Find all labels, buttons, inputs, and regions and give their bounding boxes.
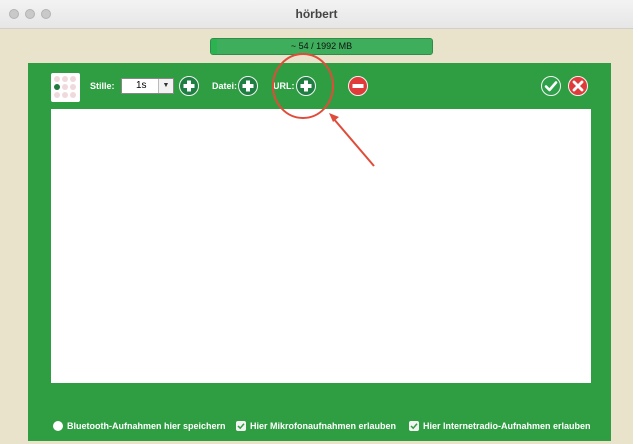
card-panel: Stille: 1s ▼ Datei: URL: Bluetooth-Aufna… bbox=[28, 63, 611, 441]
check-icon bbox=[410, 423, 418, 430]
check-icon bbox=[237, 423, 245, 430]
plus-icon bbox=[300, 80, 312, 92]
app-window: hörbert ~ 54 / 1992 MB Stille: 1s ▼ Date… bbox=[0, 0, 634, 444]
microphone-label: Hier Mikrofonaufnahmen erlauben bbox=[250, 421, 397, 431]
confirm-button[interactable] bbox=[541, 76, 561, 96]
silence-label: Stille: bbox=[90, 81, 115, 91]
silence-select-value: 1s bbox=[136, 80, 147, 91]
plus-icon bbox=[242, 80, 254, 92]
main-content: ~ 54 / 1992 MB Stille: 1s ▼ Datei: URL: bbox=[0, 29, 633, 444]
grid-icon[interactable] bbox=[51, 73, 80, 102]
screen-edge bbox=[633, 0, 638, 444]
minus-icon bbox=[352, 84, 364, 88]
chevron-down-icon[interactable]: ▼ bbox=[158, 79, 173, 93]
memory-usage-text: ~ 54 / 1992 MB bbox=[290, 41, 353, 51]
bluetooth-label: Bluetooth-Aufnahmen hier speichern bbox=[67, 421, 226, 431]
bluetooth-radio[interactable] bbox=[53, 421, 63, 431]
silence-select[interactable]: 1s ▼ bbox=[121, 78, 174, 94]
title-bar: hörbert bbox=[0, 0, 633, 29]
memory-usage-bar: ~ 54 / 1992 MB bbox=[210, 38, 433, 55]
window-title: hörbert bbox=[295, 7, 338, 21]
cancel-button[interactable] bbox=[568, 76, 588, 96]
close-icon bbox=[572, 80, 584, 92]
add-file-button[interactable] bbox=[238, 76, 258, 96]
internetradio-checkbox[interactable] bbox=[409, 421, 419, 431]
plus-icon bbox=[183, 80, 195, 92]
remove-button[interactable] bbox=[348, 76, 368, 96]
internetradio-label: Hier Internetradio-Aufnahmen erlauben bbox=[423, 421, 591, 431]
add-silence-button[interactable] bbox=[179, 76, 199, 96]
track-list-area[interactable] bbox=[51, 109, 591, 383]
add-url-button[interactable] bbox=[296, 76, 316, 96]
file-label: Datei: bbox=[212, 81, 238, 91]
microphone-checkbox[interactable] bbox=[236, 421, 246, 431]
url-label: URL: bbox=[273, 81, 295, 91]
check-icon bbox=[544, 81, 558, 92]
